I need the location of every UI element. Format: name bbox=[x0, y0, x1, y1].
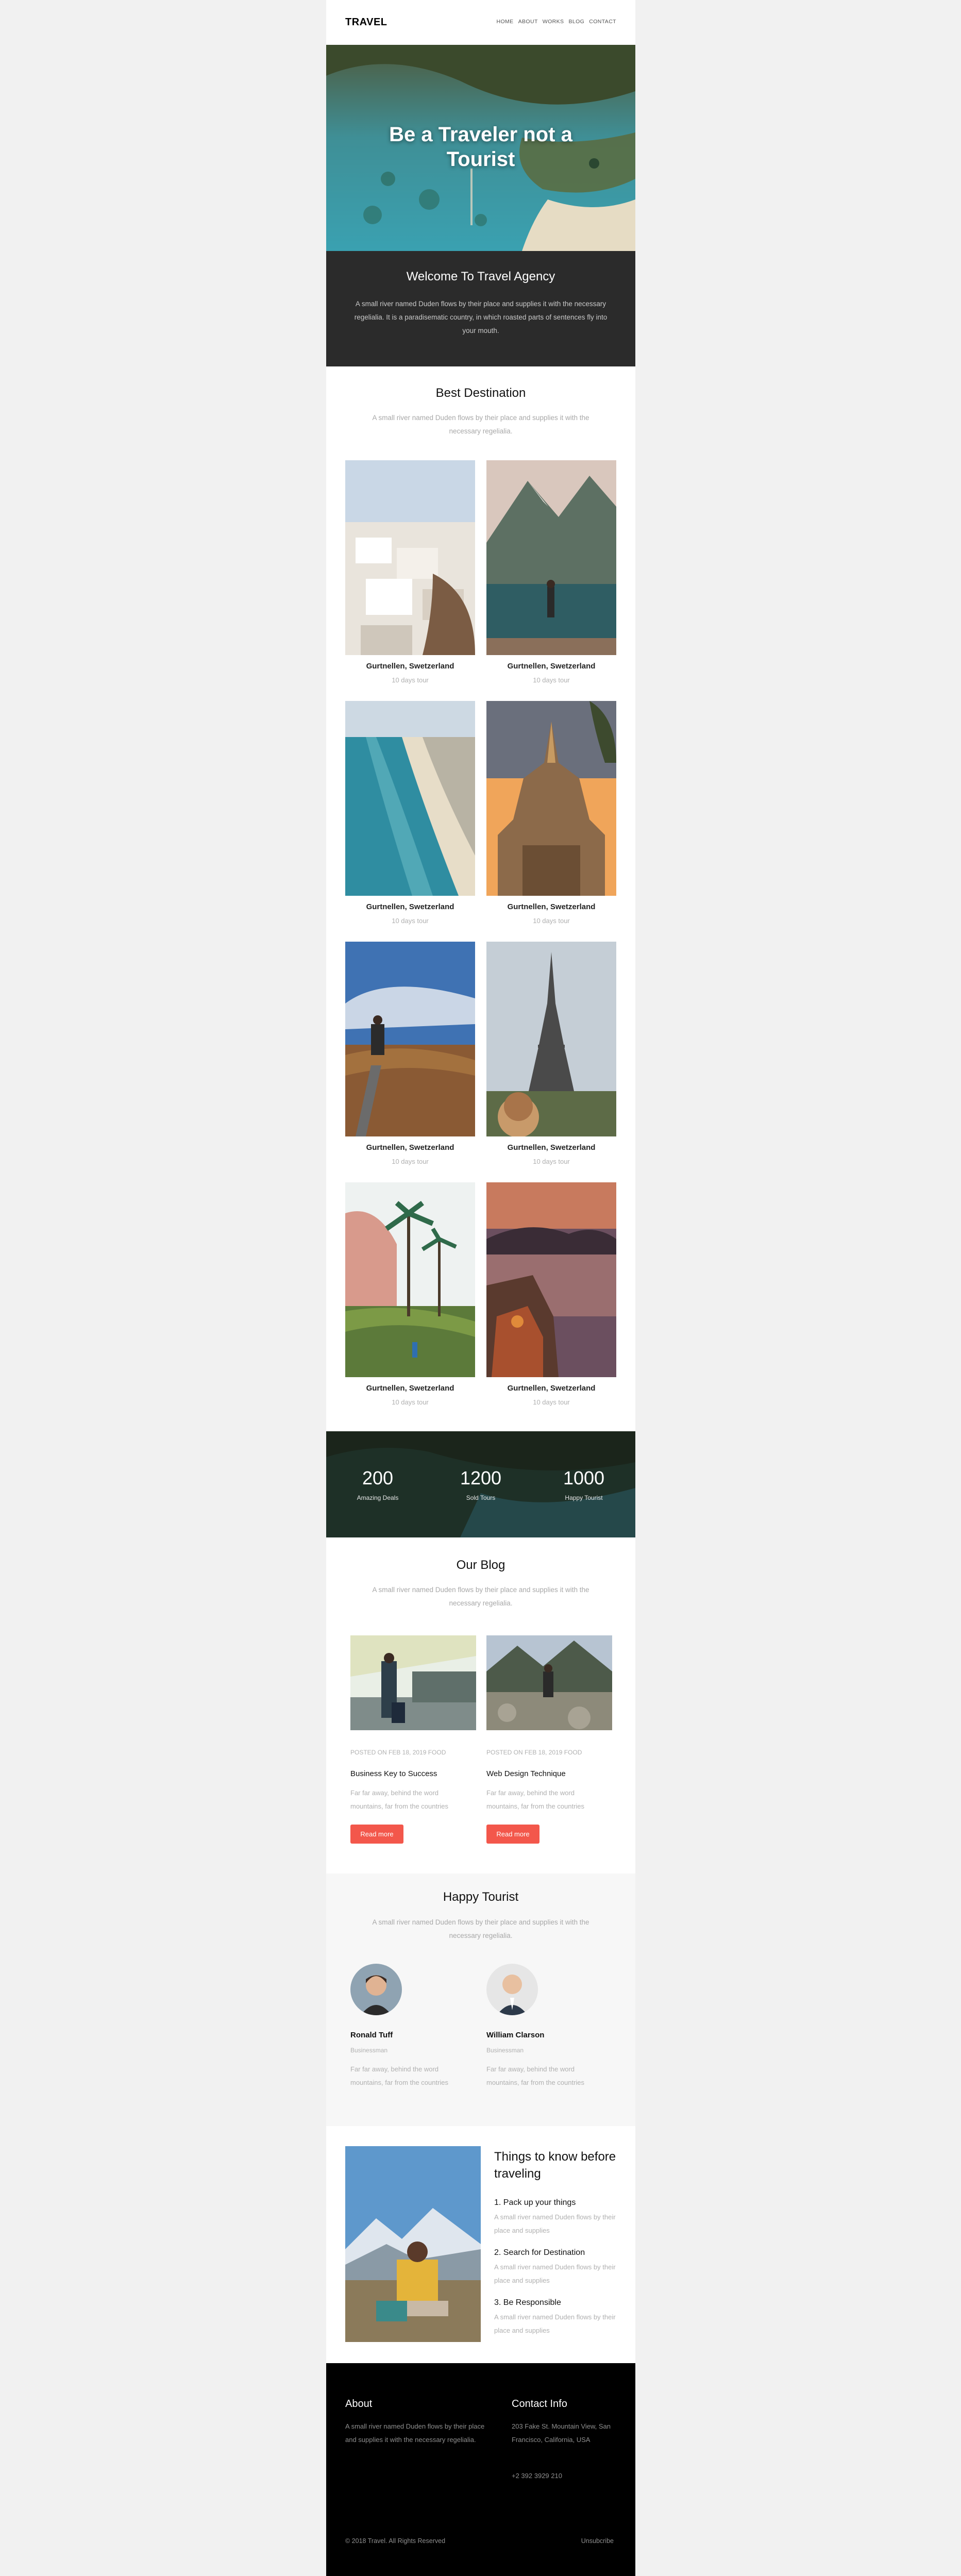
destination-image-3[interactable] bbox=[345, 701, 475, 896]
destination-name-4[interactable]: Gurtnellen, Swetzerland bbox=[486, 902, 616, 911]
step-title-1: 1. Pack up your things bbox=[494, 2198, 576, 2207]
counter-value-1: 200 bbox=[362, 1467, 394, 1488]
destination-name-6[interactable]: Gurtnellen, Swetzerland bbox=[486, 1143, 616, 1152]
destination-sub-5: 10 days tour bbox=[392, 1158, 429, 1165]
top-nav: HOME ABOUT WORKS BLOG CONTACT bbox=[496, 19, 616, 25]
testimonial-text-2: Far far away, behind the word mountains,… bbox=[486, 2065, 585, 2086]
counter-value-3: 1000 bbox=[563, 1467, 605, 1488]
destination-image-5[interactable] bbox=[345, 942, 475, 1136]
testimonial-role-1: Businessman bbox=[350, 2047, 388, 2054]
brand-logo[interactable]: TRAVEL bbox=[345, 16, 387, 28]
testimonial-name-2: William Clarson bbox=[486, 2031, 545, 2039]
avatar-1 bbox=[350, 1964, 402, 2015]
testimonials-title: Happy Tourist bbox=[443, 1890, 519, 1904]
destination-image-2[interactable] bbox=[486, 460, 616, 655]
blog-meta-1: POSTED ON FEB 18, 2019 FOOD bbox=[350, 1749, 446, 1756]
footer-about-title: About bbox=[345, 2398, 373, 2410]
things-image bbox=[345, 2146, 481, 2342]
destination-sub-6: 10 days tour bbox=[533, 1158, 570, 1165]
destination-image-1[interactable] bbox=[345, 460, 475, 655]
blog-subtitle: A small river named Duden flows by their… bbox=[372, 1586, 589, 1607]
destination-sub-8: 10 days tour bbox=[533, 1398, 570, 1406]
step-text-3: A small river named Duden flows by their… bbox=[494, 2313, 616, 2334]
blog-title: Our Blog bbox=[456, 1558, 505, 1572]
counter-value-2: 1200 bbox=[460, 1467, 502, 1488]
destination-name-7[interactable]: Gurtnellen, Swetzerland bbox=[345, 1384, 475, 1393]
blog-desc-1: Far far away, behind the word mountains,… bbox=[350, 1789, 449, 1810]
nav-works[interactable]: WORKS bbox=[543, 19, 564, 25]
step-title-3: 3. Be Responsible bbox=[494, 2298, 561, 2307]
avatar-2 bbox=[486, 1964, 538, 2015]
destination-name-1[interactable]: Gurtnellen, Swetzerland bbox=[345, 662, 475, 671]
blog-desc-2: Far far away, behind the word mountains,… bbox=[486, 1789, 585, 1810]
nav-blog[interactable]: BLOG bbox=[568, 19, 584, 25]
email-container: TRAVEL HOME ABOUT WORKS BLOG CONTACT Be … bbox=[326, 0, 635, 2576]
testimonials-section: Happy Tourist A small river named Duden … bbox=[326, 1874, 635, 2126]
blog-post-title-1[interactable]: Business Key to Success bbox=[350, 1769, 476, 1778]
destination-sub-4: 10 days tour bbox=[533, 917, 570, 925]
counter-label-2: Sold Tours bbox=[466, 1494, 496, 1501]
read-more-button-2[interactable]: Read more bbox=[486, 1825, 539, 1844]
hero-banner: Be a Traveler not a Tourist bbox=[326, 45, 635, 251]
destination-image-6[interactable] bbox=[486, 942, 616, 1136]
blog-image-2[interactable] bbox=[486, 1635, 612, 1730]
counter-label-1: Amazing Deals bbox=[357, 1494, 399, 1501]
step-text-1: A small river named Duden flows by their… bbox=[494, 2213, 616, 2234]
blog-post-title-2[interactable]: Web Design Technique bbox=[486, 1769, 612, 1778]
welcome-section: Welcome To Travel Agency A small river n… bbox=[326, 251, 635, 366]
footer-phone[interactable]: +2 392 3929 210 bbox=[512, 2469, 562, 2483]
destination-name-3[interactable]: Gurtnellen, Swetzerland bbox=[345, 902, 475, 911]
hero-title: Be a Traveler not a Tourist bbox=[389, 123, 572, 171]
destination-sub-2: 10 days tour bbox=[533, 676, 570, 684]
destinations-subtitle: A small river named Duden flows by their… bbox=[372, 414, 589, 435]
destination-sub-1: 10 days tour bbox=[392, 676, 429, 684]
step-text-2: A small river named Duden flows by their… bbox=[494, 2263, 616, 2284]
destination-image-4[interactable] bbox=[486, 701, 616, 896]
testimonial-role-2: Businessman bbox=[486, 2047, 524, 2054]
read-more-button-1[interactable]: Read more bbox=[350, 1825, 403, 1844]
nav-contact[interactable]: CONTACT bbox=[589, 19, 616, 25]
destination-name-8[interactable]: Gurtnellen, Swetzerland bbox=[486, 1384, 616, 1393]
footer-about-text: A small river named Duden flows by their… bbox=[345, 2422, 485, 2444]
blog-image-1[interactable] bbox=[350, 1635, 476, 1730]
destination-name-5[interactable]: Gurtnellen, Swetzerland bbox=[345, 1143, 475, 1152]
footer-copyright: © 2018 Travel. All Rights Reserved bbox=[345, 2537, 446, 2545]
destination-image-7[interactable] bbox=[345, 1182, 475, 1377]
footer-address: 203 Fake St. Mountain View, San Francisc… bbox=[512, 2422, 611, 2444]
destinations-title: Best Destination bbox=[435, 386, 526, 400]
things-title: Things to know before traveling bbox=[494, 2150, 616, 2181]
welcome-title: Welcome To Travel Agency bbox=[406, 270, 555, 283]
step-title-2: 2. Search for Destination bbox=[494, 2248, 585, 2257]
destination-sub-7: 10 days tour bbox=[392, 1398, 429, 1406]
nav-about[interactable]: ABOUT bbox=[518, 19, 538, 25]
counter-band: 200 Amazing Deals 1200 Sold Tours 1000 H… bbox=[326, 1431, 635, 1537]
testimonial-name-1: Ronald Tuff bbox=[350, 2031, 393, 2039]
destination-name-2[interactable]: Gurtnellen, Swetzerland bbox=[486, 662, 616, 671]
footer-contact-title: Contact Info bbox=[512, 2398, 567, 2410]
testimonials-subtitle: A small river named Duden flows by their… bbox=[372, 1918, 589, 1939]
destination-image-8[interactable] bbox=[486, 1182, 616, 1377]
blog-meta-2: POSTED ON FEB 18, 2019 FOOD bbox=[486, 1749, 582, 1756]
destination-sub-3: 10 days tour bbox=[392, 917, 429, 925]
footer: About A small river named Duden flows by… bbox=[326, 2363, 635, 2576]
unsubscribe-link[interactable]: Unsubcribe bbox=[581, 2534, 614, 2548]
nav-home[interactable]: HOME bbox=[496, 19, 513, 25]
testimonial-text-1: Far far away, behind the word mountains,… bbox=[350, 2065, 449, 2086]
welcome-text: A small river named Duden flows by their… bbox=[354, 300, 608, 334]
counter-label-3: Happy Tourist bbox=[565, 1494, 603, 1501]
